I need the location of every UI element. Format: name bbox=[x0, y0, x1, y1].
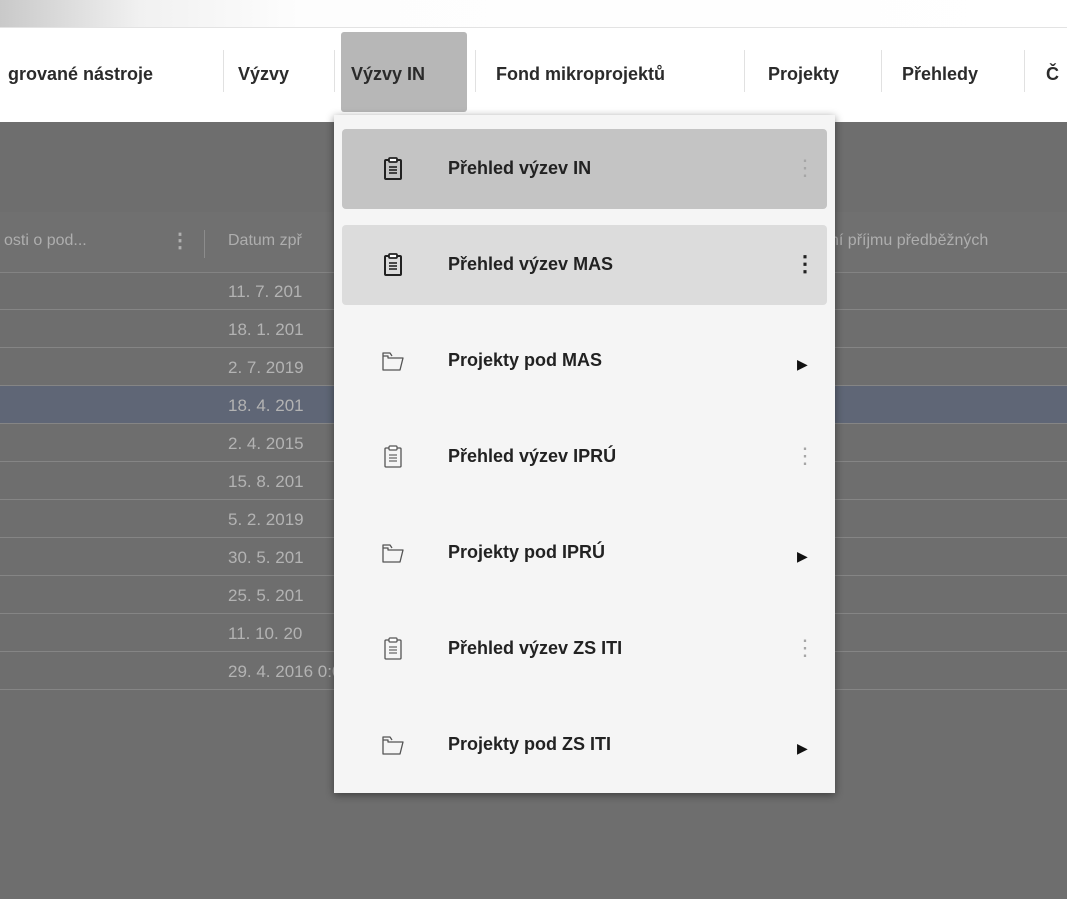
nav-item-integrated-tools[interactable]: grované nástroje bbox=[0, 32, 153, 112]
date-cell: 11. 10. 20 bbox=[228, 624, 303, 643]
clipboard-icon bbox=[384, 253, 402, 276]
nav-item-vyzvy-in[interactable]: Výzvy IN bbox=[341, 32, 467, 112]
column-header-date[interactable]: Datum zpř bbox=[228, 232, 302, 250]
menu-item-label: Projekty pod IPRÚ bbox=[448, 542, 606, 562]
column-menu-icon[interactable]: ⋮ bbox=[170, 228, 190, 253]
submenu-arrow-icon[interactable]: ▶ bbox=[797, 349, 808, 379]
clipboard-icon bbox=[384, 637, 402, 660]
more-vert-icon[interactable]: ⋮ bbox=[794, 153, 816, 183]
date-cell: 15. 8. 201 bbox=[228, 472, 304, 491]
nav-separator bbox=[475, 50, 476, 92]
nav-separator bbox=[1024, 50, 1025, 92]
menu-item-label: Projekty pod MAS bbox=[448, 350, 603, 370]
nav-item-fond-mikroprojektu[interactable]: Fond mikroprojektů bbox=[482, 32, 665, 112]
menu-item-prehled-vyzev-mas[interactable]: Přehled výzev MAS ⋮ bbox=[342, 225, 827, 305]
menu-item-label: Projekty pod ZS ITI bbox=[448, 734, 612, 754]
nav-item-projekty[interactable]: Projekty bbox=[754, 32, 839, 112]
menu-item-prehled-vyzev-in[interactable]: Přehled výzev IN ⋮ bbox=[342, 129, 827, 209]
column-divider[interactable] bbox=[204, 230, 205, 258]
date-cell: 18. 1. 201 bbox=[228, 320, 304, 339]
menu-item-projekty-pod-ipru[interactable]: Projekty pod IPRÚ ▶ bbox=[342, 513, 827, 593]
menu-item-label: Přehled výzev ZS ITI bbox=[448, 638, 623, 658]
more-vert-icon[interactable]: ⋮ bbox=[794, 441, 816, 471]
more-vert-icon[interactable]: ⋮ bbox=[794, 633, 816, 663]
menu-item-label: Přehled výzev IPRÚ bbox=[448, 446, 617, 466]
menu-item-prehled-vyzev-ipru[interactable]: Přehled výzev IPRÚ ⋮ bbox=[342, 417, 827, 497]
column-header[interactable]: osti o pod... bbox=[4, 232, 87, 250]
folder-icon bbox=[382, 544, 404, 563]
menu-item-prehled-vyzev-zs-iti[interactable]: Přehled výzev ZS ITI ⋮ bbox=[342, 609, 827, 689]
column-header[interactable]: ní příjmu předběžných bbox=[830, 232, 988, 250]
nav-item-cut-off[interactable]: Č bbox=[1032, 32, 1059, 112]
main-nav: grované nástroje Výzvy Výzvy IN Fond mik… bbox=[0, 28, 1067, 123]
menu-item-label: Přehled výzev IN bbox=[448, 158, 592, 178]
date-cell: 2. 4. 2015 bbox=[228, 434, 304, 453]
menu-item-projekty-pod-mas[interactable]: Projekty pod MAS ▶ bbox=[342, 321, 827, 401]
menu-item-projekty-pod-zs-iti[interactable]: Projekty pod ZS ITI ▶ bbox=[342, 705, 827, 785]
date-cell: 2. 7. 2019 bbox=[228, 358, 304, 377]
top-strip bbox=[0, 0, 1067, 28]
folder-icon bbox=[382, 736, 404, 755]
dropdown-menu: Přehled výzev IN ⋮ Přehled výzev MAS ⋮ P… bbox=[334, 115, 835, 793]
nav-separator bbox=[334, 50, 335, 92]
nav-separator bbox=[881, 50, 882, 92]
date-cell: 18. 4. 201 bbox=[228, 396, 304, 415]
submenu-arrow-icon[interactable]: ▶ bbox=[797, 541, 808, 571]
nav-separator bbox=[744, 50, 745, 92]
date-cell: 11. 7. 201 bbox=[228, 282, 303, 301]
clipboard-icon bbox=[384, 157, 402, 180]
nav-item-vyzvy[interactable]: Výzvy bbox=[224, 32, 289, 112]
clipboard-icon bbox=[384, 445, 402, 468]
more-vert-icon[interactable]: ⋮ bbox=[794, 249, 816, 279]
menu-item-label: Přehled výzev MAS bbox=[448, 254, 614, 274]
nav-item-prehledy[interactable]: Přehledy bbox=[888, 32, 978, 112]
date-cell: 25. 5. 201 bbox=[228, 586, 304, 605]
submenu-arrow-icon[interactable]: ▶ bbox=[797, 733, 808, 763]
date-cell: 29. 4. 2016 0:00 bbox=[228, 662, 351, 681]
date-cell: 5. 2. 2019 bbox=[228, 510, 304, 529]
date-cell: 30. 5. 201 bbox=[228, 548, 304, 567]
folder-icon bbox=[382, 352, 404, 371]
